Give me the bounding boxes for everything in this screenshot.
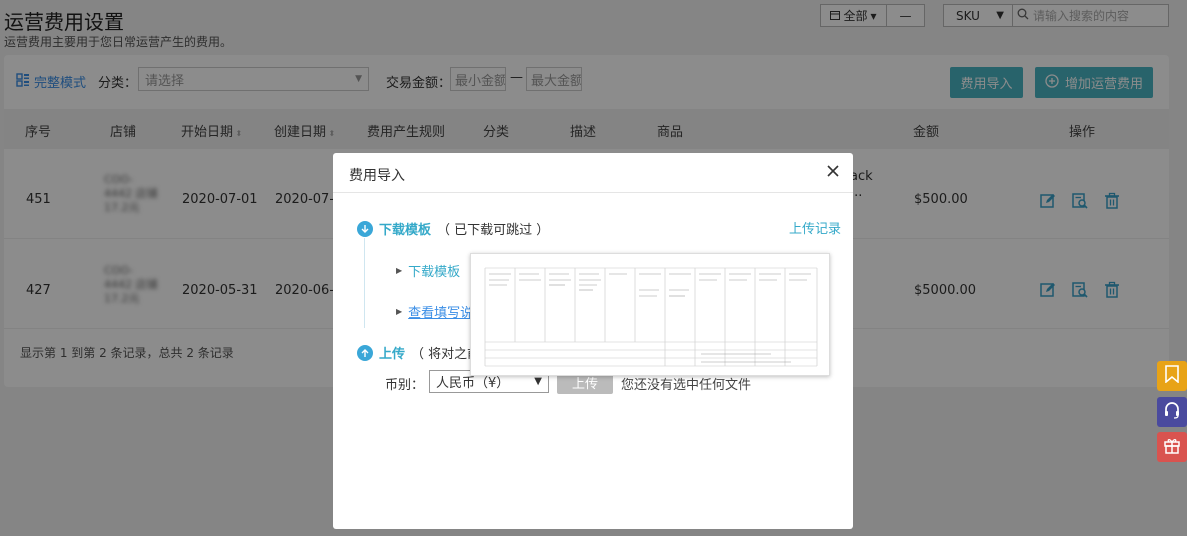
bookmark-icon: [1164, 365, 1180, 387]
step-connector: [364, 238, 365, 328]
caret-right-icon: ▶: [396, 307, 403, 316]
template-preview-sheet: [484, 267, 818, 367]
caret-down-icon: ▼: [534, 376, 542, 387]
gift-widget[interactable]: [1157, 432, 1187, 462]
template-preview-image: [470, 253, 830, 376]
currency-label: 币别：: [385, 378, 425, 393]
support-widget[interactable]: [1157, 397, 1187, 427]
upload-records-link[interactable]: 上传记录: [789, 218, 841, 237]
step-download: 下载模板 （ 已下载可跳过 ）: [357, 219, 549, 238]
step-download-note: （ 已下载可跳过 ）: [437, 223, 550, 238]
step-upload-title: 上传: [379, 347, 406, 362]
gift-icon: [1163, 436, 1181, 458]
bookmark-widget[interactable]: [1157, 361, 1187, 391]
import-modal: 费用导入 上传记录 下载模板 （ 已下载可跳过 ） ▶ 下载模板 ▶ 查看填写说…: [333, 153, 853, 529]
headset-icon: [1163, 401, 1181, 423]
close-icon[interactable]: [826, 164, 840, 178]
modal-title: 费用导入: [349, 168, 405, 184]
step-download-title: 下载模板: [379, 223, 432, 238]
view-guide-link[interactable]: 查看填写说: [408, 302, 473, 321]
download-icon: [357, 220, 373, 237]
download-template-link[interactable]: 下载模板: [408, 261, 460, 280]
upload-icon: [357, 344, 373, 361]
caret-right-icon: ▶: [396, 266, 403, 275]
view-guide-item[interactable]: ▶ 查看填写说: [396, 302, 473, 321]
modal-header: 费用导入: [333, 153, 853, 193]
download-template-item[interactable]: ▶ 下载模板: [396, 261, 460, 280]
